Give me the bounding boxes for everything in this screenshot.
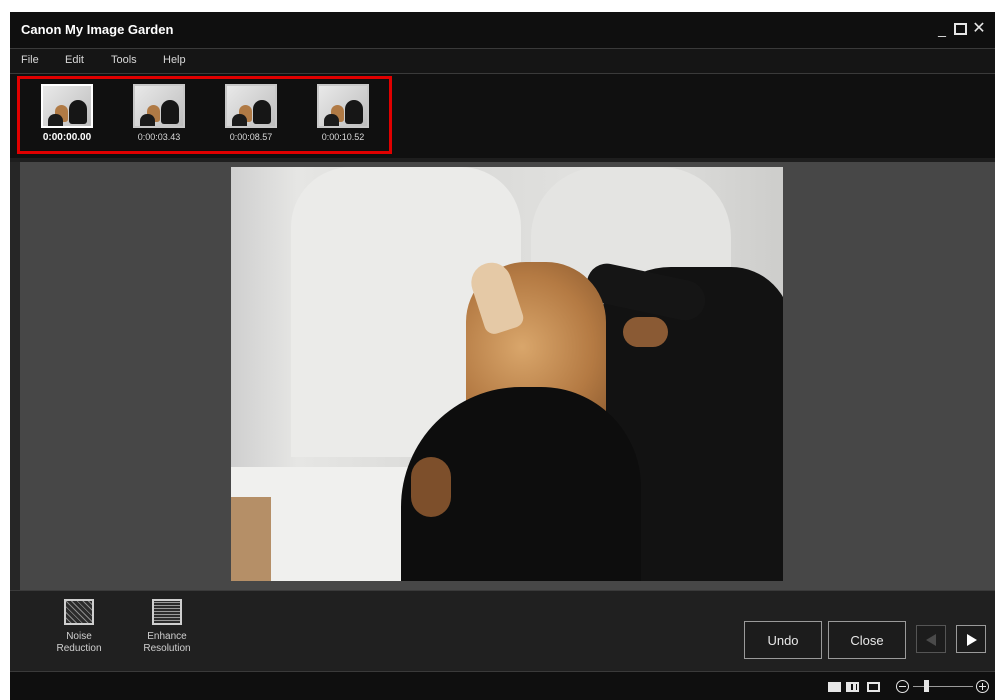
full-screen-icon[interactable] (867, 682, 880, 692)
menu-help[interactable]: Help (163, 54, 186, 66)
maximize-button[interactable] (953, 22, 967, 36)
zoom-slider[interactable] (913, 686, 973, 687)
arrow-right-icon (967, 634, 977, 646)
frame-thumbnail[interactable] (133, 84, 185, 128)
arrow-left-icon (926, 634, 936, 646)
app-title: Canon My Image Garden (21, 22, 174, 37)
noise-reduction-tool[interactable]: Noise Reduction (39, 599, 119, 655)
noise-reduction-icon[interactable] (64, 599, 94, 625)
filmstrip-frame[interactable]: 0:00:10.52 (308, 84, 378, 148)
filmstrip-frame[interactable]: 0:00:03.43 (124, 84, 194, 148)
close-button[interactable]: Close (828, 621, 906, 659)
filmstrip: 0:00:00.00 0:00:03.43 0:00:08.57 0:00:10… (10, 74, 995, 158)
frame-thumbnail[interactable] (225, 84, 277, 128)
frame-thumbnail[interactable] (41, 84, 93, 128)
next-button[interactable] (956, 625, 986, 653)
tool-label: Enhance Resolution (143, 631, 191, 654)
menu-edit[interactable]: Edit (65, 54, 84, 66)
zoom-slider-thumb[interactable] (924, 680, 930, 692)
preview-photo (231, 167, 783, 581)
preview-area (10, 162, 995, 590)
maximize-icon (954, 23, 967, 35)
status-bar (10, 671, 995, 700)
enhance-resolution-tool[interactable]: Enhance Resolution (127, 599, 207, 655)
undo-button[interactable]: Undo (744, 621, 822, 659)
frame-timecode: 0:00:03.43 (137, 132, 181, 142)
frame-timecode: 0:00:08.57 (229, 132, 273, 142)
filmstrip-frame[interactable]: 0:00:08.57 (216, 84, 286, 148)
menu-bar: File Edit Tools Help (10, 49, 995, 74)
previous-button[interactable] (916, 625, 946, 653)
enhance-resolution-icon[interactable] (152, 599, 182, 625)
zoom-in-icon[interactable] (976, 680, 989, 693)
menu-tools[interactable]: Tools (111, 54, 137, 66)
tool-label: Noise Reduction (56, 631, 102, 654)
single-view-icon[interactable] (828, 682, 841, 692)
frame-thumbnail[interactable] (317, 84, 369, 128)
frame-timecode: 0:00:10.52 (321, 132, 365, 142)
app-window: Canon My Image Garden _ ✕ File Edit Tool… (10, 12, 995, 700)
zoom-out-icon[interactable] (896, 680, 909, 693)
double-view-icon[interactable] (846, 682, 859, 692)
title-bar: Canon My Image Garden _ ✕ (10, 12, 995, 49)
minimize-button[interactable]: _ (935, 22, 949, 36)
edit-toolbar: Noise Reduction Enhance Resolution Undo Cl… (10, 590, 995, 671)
filmstrip-frame[interactable]: 0:00:00.00 (32, 84, 102, 148)
close-window-button[interactable]: ✕ (972, 21, 986, 37)
frame-timecode: 0:00:00.00 (42, 132, 92, 143)
menu-file[interactable]: File (21, 54, 39, 66)
